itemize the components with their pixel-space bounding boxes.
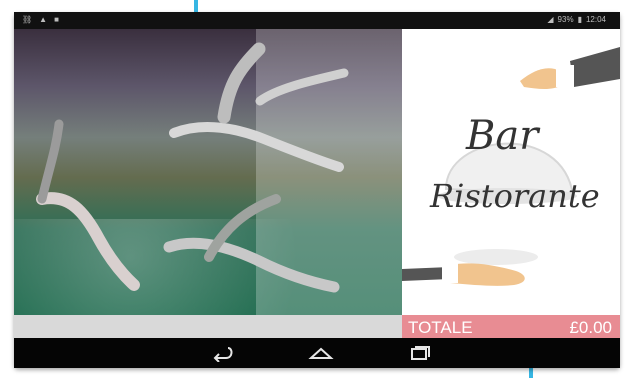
total-label: TOTALE — [408, 318, 473, 337]
logo-text-ristorante: Ristorante — [430, 177, 600, 215]
home-icon[interactable] — [307, 344, 335, 362]
recent-apps-icon[interactable] — [406, 344, 434, 362]
waiter-hand-bottom-icon — [402, 249, 538, 286]
logo-panel: Bar Ristorante — [402, 29, 620, 315]
battery-icon: ▮ — [577, 15, 582, 24]
sd-card-icon: ■ — [54, 15, 59, 24]
battery-text: 93% — [557, 15, 574, 24]
signal-icon: ◢ — [547, 15, 554, 24]
status-time: 12:04 — [585, 15, 606, 24]
photo-footer-bar — [14, 315, 402, 338]
warning-icon: ▲ — [39, 15, 48, 24]
flamingo-1 — [36, 42, 349, 293]
total-bar: TOTALE £0.00 — [402, 315, 620, 338]
cloche-icon — [437, 142, 577, 204]
app-screen: Bar Ristorante TOTALE £0.00 — [14, 29, 620, 338]
usb-icon: ⛓ — [22, 15, 33, 24]
tablet-device: ⛓ ▲ ■ ◢ 93% ▮ 12:04 Bar Ristorante TOTAL… — [14, 12, 620, 368]
total-value: £0.00 — [569, 318, 612, 337]
background-photo — [14, 29, 402, 315]
logo-text-bar: Bar — [466, 113, 539, 159]
back-icon[interactable] — [208, 344, 236, 362]
status-bar: ⛓ ▲ ■ ◢ 93% ▮ 12:04 — [14, 12, 620, 29]
android-navigation-bar — [14, 338, 620, 368]
